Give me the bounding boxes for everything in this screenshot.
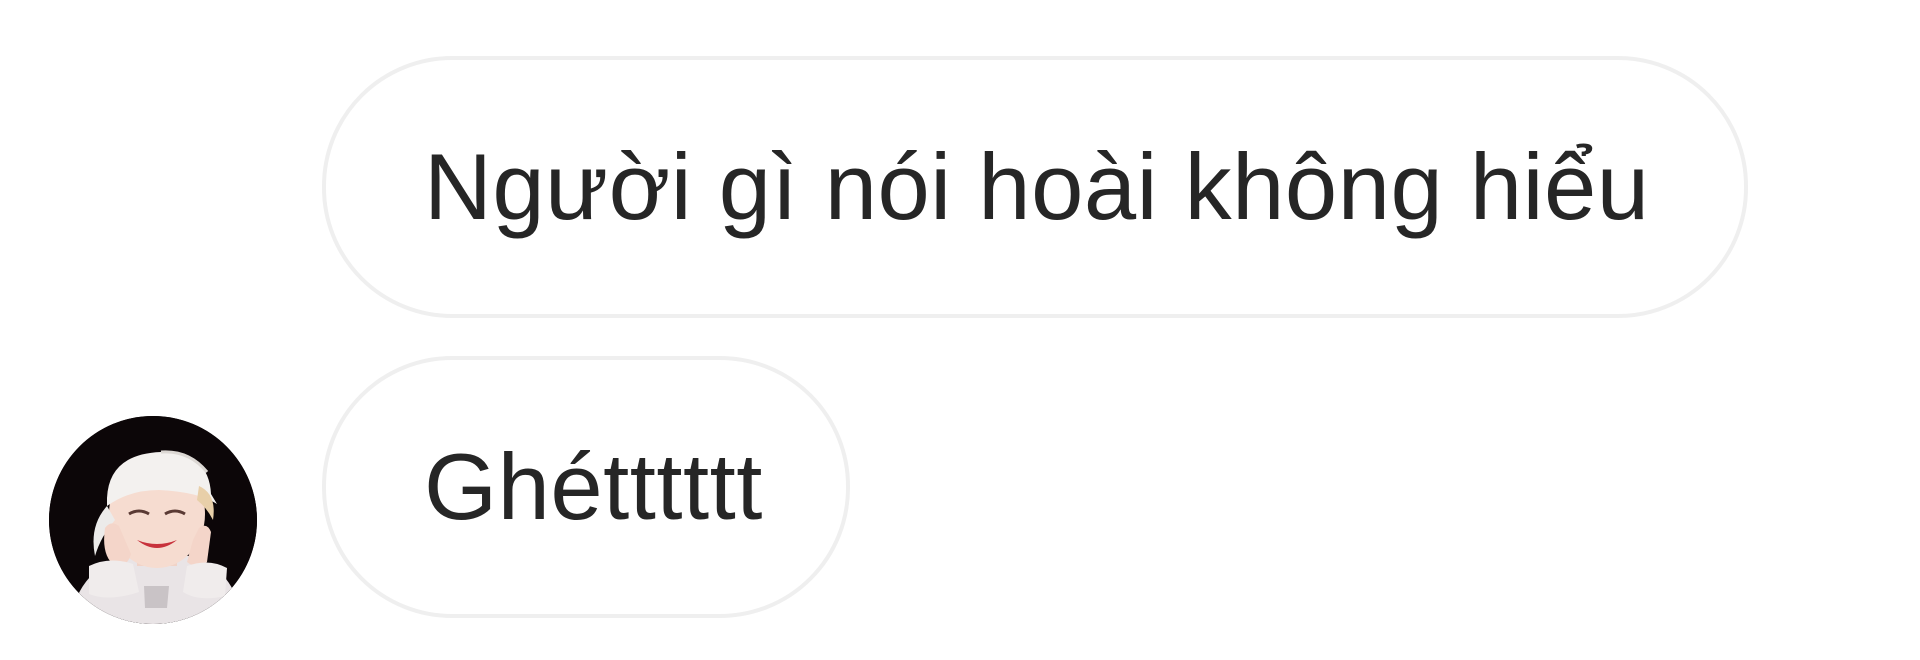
message-text: Người gì nói hoài không hiểu: [424, 134, 1650, 239]
avatar-photo-icon: [49, 416, 257, 624]
message-bubble[interactable]: Ghétttttt: [322, 356, 850, 618]
message-bubble[interactable]: Người gì nói hoài không hiểu: [322, 56, 1748, 318]
avatar[interactable]: [49, 416, 257, 624]
chat-thread: Người gì nói hoài không hiểu Ghétttttt: [0, 0, 1920, 660]
message-text: Ghétttttt: [424, 434, 763, 539]
